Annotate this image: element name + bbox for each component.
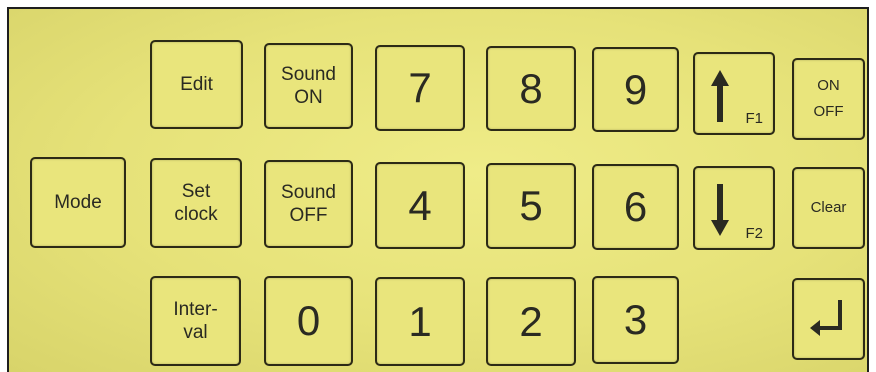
digit-4-key[interactable]: 4: [375, 162, 465, 249]
digit-5-label: 5: [519, 182, 543, 229]
set-clock-label-line2: clock: [174, 204, 218, 225]
on-label: ON: [817, 77, 840, 94]
mode-key-label: Mode: [54, 192, 102, 213]
clear-key[interactable]: Clear: [792, 167, 865, 249]
digit-8-label: 8: [519, 64, 543, 112]
digit-7-label: 7: [408, 64, 432, 111]
mode-key[interactable]: Mode: [30, 157, 126, 248]
enter-return-icon: [809, 300, 842, 336]
sound-off-key[interactable]: Sound OFF: [264, 160, 353, 248]
set-clock-key[interactable]: Set clock: [150, 158, 242, 248]
sound-off-label-line2: OFF: [289, 205, 328, 226]
enter-key[interactable]: [792, 278, 865, 360]
digit-3-label: 3: [623, 296, 648, 343]
sound-on-label-line1: Sound: [281, 64, 336, 85]
digit-9-label: 9: [623, 65, 648, 113]
digit-7-key[interactable]: 7: [375, 45, 465, 131]
sound-off-label-line1: Sound: [281, 182, 336, 203]
interval-label-line2: val: [183, 322, 208, 343]
digit-6-key[interactable]: 6: [592, 164, 679, 250]
off-label: OFF: [813, 103, 844, 120]
digit-4-label: 4: [408, 181, 432, 229]
digit-2-label: 2: [519, 297, 543, 345]
clear-key-label: Clear: [810, 199, 847, 216]
interval-key[interactable]: Inter- val: [150, 276, 241, 366]
on-off-key[interactable]: ON OFF: [792, 58, 865, 140]
edit-key[interactable]: Edit: [150, 40, 243, 129]
sound-on-label-line2: ON: [294, 87, 323, 108]
edit-key-label: Edit: [180, 74, 213, 95]
digit-8-key[interactable]: 8: [486, 46, 576, 131]
digit-1-label: 1: [408, 297, 432, 345]
f2-label: F2: [745, 225, 763, 242]
digit-3-key[interactable]: 3: [592, 276, 679, 364]
down-f2-key[interactable]: F2: [693, 166, 775, 250]
up-arrow-icon: [711, 70, 729, 122]
digit-5-key[interactable]: 5: [486, 163, 576, 249]
sound-on-key[interactable]: Sound ON: [264, 43, 353, 129]
interval-label-line1: Inter-: [173, 299, 218, 320]
digit-1-key[interactable]: 1: [375, 277, 465, 366]
digit-6-label: 6: [623, 183, 648, 230]
f1-label: F1: [745, 110, 763, 127]
down-arrow-icon: [711, 184, 729, 236]
up-f1-key[interactable]: F1: [693, 52, 775, 135]
digit-0-key[interactable]: 0: [264, 276, 353, 366]
set-clock-label-line1: Set: [181, 181, 211, 202]
digit-2-key[interactable]: 2: [486, 277, 576, 366]
digit-9-key[interactable]: 9: [592, 47, 679, 132]
digit-0-label: 0: [296, 297, 321, 344]
